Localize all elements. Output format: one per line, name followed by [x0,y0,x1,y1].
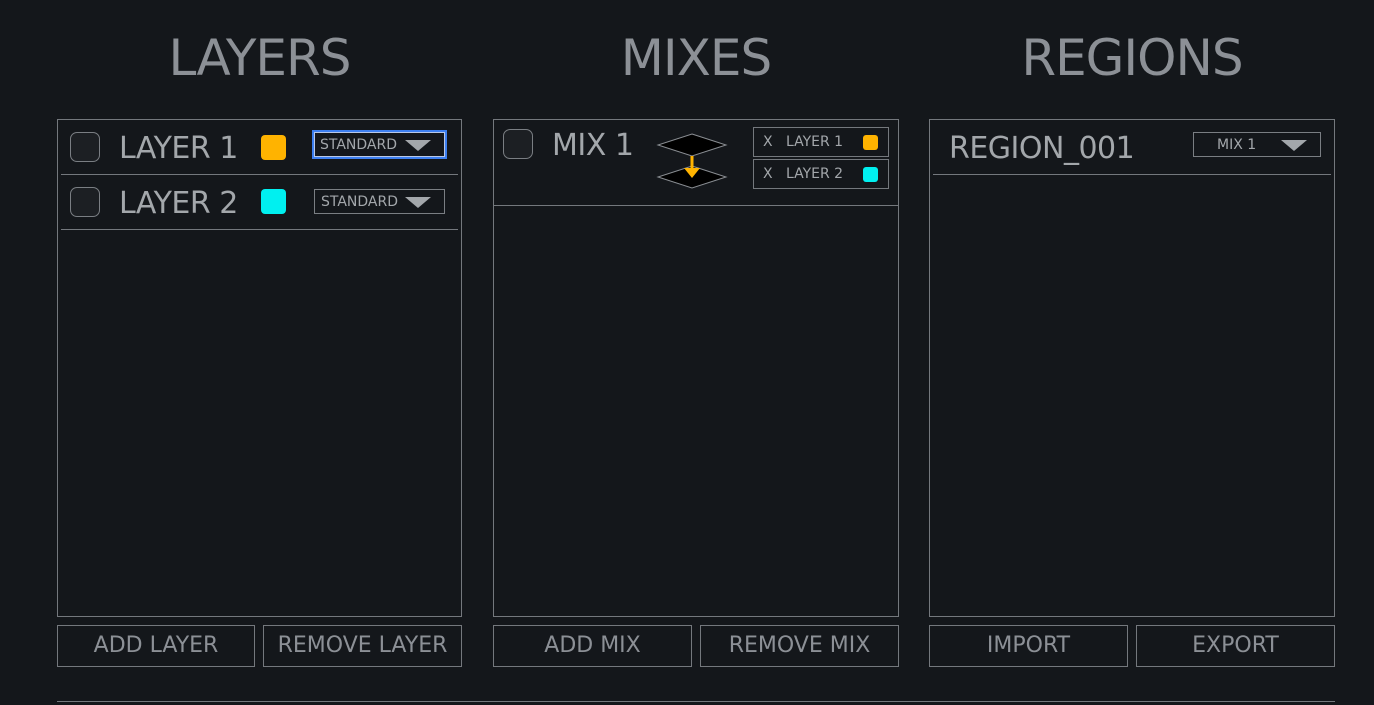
layer-1-mode-value: STANDARD [320,137,398,153]
layer-1-color-swatch[interactable] [261,135,286,160]
mix-1-layer-1-tag: X LAYER 1 [753,127,889,157]
chevron-down-icon [405,140,431,151]
layer-merge-icon [656,133,728,189]
layer-2-mode-select[interactable]: STANDARD [314,189,445,214]
mix-layer-label: LAYER 1 [786,134,844,150]
chevron-down-icon [1281,140,1307,151]
region-1-mix-value: MIX 1 [1217,137,1257,153]
mix-layer-color-swatch [863,167,878,182]
mixes-panel: MIX 1 X LAYER 1 X LAYER 2 [493,119,899,617]
bottom-divider [57,701,1335,705]
regions-title: REGIONS [1021,29,1243,87]
layer-2-mode-value: STANDARD [321,194,399,210]
add-layer-button[interactable]: ADD LAYER [57,625,255,667]
region-1-mix-select[interactable]: MIX 1 [1193,132,1321,157]
layers-title: LAYERS [168,29,352,87]
layer-2-label: LAYER 2 [119,186,238,221]
remove-layer-button[interactable]: REMOVE LAYER [263,625,462,667]
remove-layer-from-mix-button[interactable]: X [763,166,773,182]
layer-row: LAYER 1 STANDARD [61,120,458,175]
mix-1-label: MIX 1 [552,128,634,163]
remove-mix-button[interactable]: REMOVE MIX [700,625,899,667]
layers-panel: LAYER 1 STANDARD LAYER 2 STANDARD [57,119,462,617]
mix-1-checkbox[interactable] [503,129,533,159]
remove-layer-from-mix-button[interactable]: X [763,134,773,150]
mix-layer-label: LAYER 2 [786,166,844,182]
layer-1-mode-select[interactable]: STANDARD [312,130,447,159]
mix-1-layer-2-tag: X LAYER 2 [753,159,889,189]
layer-2-color-swatch[interactable] [261,189,286,214]
regions-panel: REGION_001 MIX 1 [929,119,1335,617]
add-mix-button[interactable]: ADD MIX [493,625,692,667]
region-row[interactable]: REGION_001 MIX 1 [933,120,1331,175]
mix-layer-color-swatch [863,135,878,150]
mix-row: MIX 1 X LAYER 1 X LAYER 2 [494,120,898,206]
mixes-title: MIXES [620,29,772,87]
import-button[interactable]: IMPORT [929,625,1128,667]
export-button[interactable]: EXPORT [1136,625,1335,667]
layer-row: LAYER 2 STANDARD [61,175,458,230]
layer-1-checkbox[interactable] [70,132,100,162]
chevron-down-icon [405,197,431,208]
region-1-label: REGION_001 [949,131,1135,166]
layer-1-label: LAYER 1 [119,131,238,166]
layer-2-checkbox[interactable] [70,187,100,217]
